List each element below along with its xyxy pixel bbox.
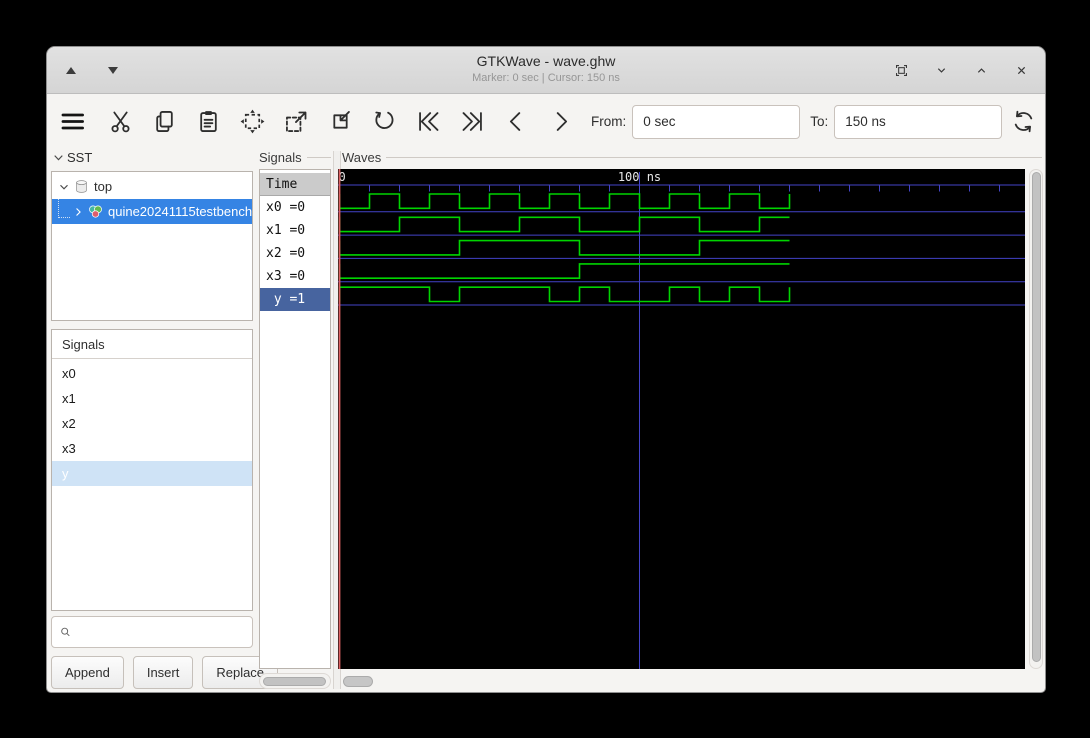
maximize-chevron-button[interactable]	[971, 60, 991, 80]
waveform-y	[338, 286, 791, 303]
search-input[interactable]	[72, 623, 252, 641]
expander-down-icon[interactable]	[56, 179, 72, 195]
close-icon	[1017, 66, 1025, 74]
signal-list-header: Signals	[52, 330, 252, 359]
time-header[interactable]: Time	[260, 173, 330, 196]
sst-tree-item-quine20241115testbench[interactable]: quine20241115testbench	[52, 199, 252, 224]
wave-vertical-scrollbar-thumb[interactable]	[1031, 172, 1041, 662]
sst-tree-panel: top quine20241115testbench	[51, 171, 253, 321]
reload-button[interactable]	[1010, 107, 1037, 137]
down-triangle-icon	[108, 66, 118, 74]
waveform-x1	[338, 216, 790, 233]
wave-horizontal-scrollbar-thumb[interactable]	[343, 676, 373, 687]
minimize-chevron-icon	[937, 67, 945, 73]
menu-button[interactable]	[57, 107, 87, 137]
signal-list-panel: Signals x0 x1 x2 x3 y	[51, 329, 253, 611]
tree-item-label: top	[94, 179, 113, 194]
value-row-value: =0	[289, 200, 306, 215]
insert-button[interactable]: Insert	[132, 656, 194, 689]
toolbar: From: To:	[47, 94, 1045, 149]
next-button[interactable]	[545, 107, 575, 137]
module-icon	[87, 203, 104, 220]
prev-button[interactable]	[501, 107, 531, 137]
zoom-fit-button[interactable]	[237, 107, 267, 137]
waves-frame-label-text: Waves	[342, 150, 382, 165]
chevron-down-icon	[54, 155, 63, 161]
value-row-y[interactable]: y =1	[260, 288, 330, 311]
cut-button[interactable]	[105, 107, 135, 137]
copy-button[interactable]	[149, 107, 179, 137]
waveform-x0	[338, 193, 791, 210]
value-row-value: =1	[289, 292, 306, 307]
signal-list-item-x0[interactable]: x0	[52, 361, 252, 386]
waves-frame-label: Waves	[342, 150, 1042, 165]
value-row-x0[interactable]: x0 =0	[260, 196, 330, 219]
maximize-chevron-icon	[977, 67, 985, 73]
signal-list-item-x3[interactable]: x3	[52, 436, 252, 461]
close-button[interactable]	[1011, 60, 1031, 80]
zoom-in-button[interactable]	[281, 107, 311, 137]
waveform-x3	[338, 263, 790, 279]
tree-item-label: quine20241115testbench	[108, 204, 252, 219]
to-input[interactable]	[834, 104, 1003, 139]
fit-window-button[interactable]	[891, 60, 911, 80]
wave-canvas[interactable]: 0 100 ns	[338, 169, 1025, 669]
values-horizontal-scrollbar[interactable]	[259, 673, 331, 689]
signal-list-item-x2[interactable]: x2	[52, 411, 252, 436]
to-start-button[interactable]	[413, 107, 443, 137]
values-panel: Time x0 =0 x1 =0 x2 =0 x3 =0 y =1	[259, 169, 331, 669]
expander-right-icon[interactable]	[70, 204, 86, 220]
value-row-x1[interactable]: x1 =0	[260, 219, 330, 242]
zoom-out-button[interactable]	[325, 107, 355, 137]
fit-window-icon	[895, 64, 907, 76]
from-label: From:	[591, 114, 627, 129]
signal-buttons: Append Insert Replace	[51, 656, 279, 689]
value-row-name: y	[273, 292, 282, 307]
database-icon	[73, 178, 90, 195]
value-row-value: =0	[289, 269, 306, 284]
signal-search[interactable]	[51, 616, 253, 648]
value-row-name: x3	[266, 269, 282, 284]
waveform-x2	[338, 239, 790, 256]
sst-header[interactable]: SST	[52, 150, 92, 165]
undo-button[interactable]	[369, 107, 399, 137]
values-frame-label-text: Signals	[259, 150, 302, 165]
sst-header-label: SST	[67, 150, 93, 165]
from-input[interactable]	[632, 104, 801, 139]
titlebar-left-buttons	[61, 47, 123, 93]
up-triangle-icon	[66, 66, 76, 74]
values-frame-label: Signals	[259, 150, 331, 165]
value-row-name: x1	[266, 223, 282, 238]
value-row-x3[interactable]: x3 =0	[260, 265, 330, 288]
tree-guide-line	[58, 199, 70, 218]
search-icon	[61, 627, 70, 637]
wave-vertical-scrollbar[interactable]	[1029, 169, 1043, 669]
minimize-chevron-button[interactable]	[931, 60, 951, 80]
value-row-name: x0	[266, 200, 282, 215]
to-label: To:	[810, 114, 829, 129]
value-row-x2[interactable]: x2 =0	[260, 242, 330, 265]
window-controls	[891, 47, 1031, 93]
sst-tree-item-top[interactable]: top	[52, 174, 252, 199]
waveform-svg: 0 100 ns	[338, 169, 1025, 669]
value-row-name: x2	[266, 246, 282, 261]
signal-list-item-x1[interactable]: x1	[52, 386, 252, 411]
value-row-value: =0	[289, 223, 306, 238]
append-button[interactable]: Append	[51, 656, 124, 689]
signal-list-item-y[interactable]: y	[52, 461, 252, 486]
values-horizontal-scrollbar-thumb[interactable]	[263, 676, 326, 686]
gtkwave-window: GTKWave - wave.ghw Marker: 0 sec | Curso…	[46, 46, 1046, 693]
value-row-value: =0	[289, 246, 306, 261]
titlebar[interactable]: GTKWave - wave.ghw Marker: 0 sec | Curso…	[47, 47, 1045, 94]
paste-button[interactable]	[193, 107, 223, 137]
to-end-button[interactable]	[457, 107, 487, 137]
titlebar-up-button[interactable]	[61, 60, 81, 80]
titlebar-down-button[interactable]	[103, 60, 123, 80]
